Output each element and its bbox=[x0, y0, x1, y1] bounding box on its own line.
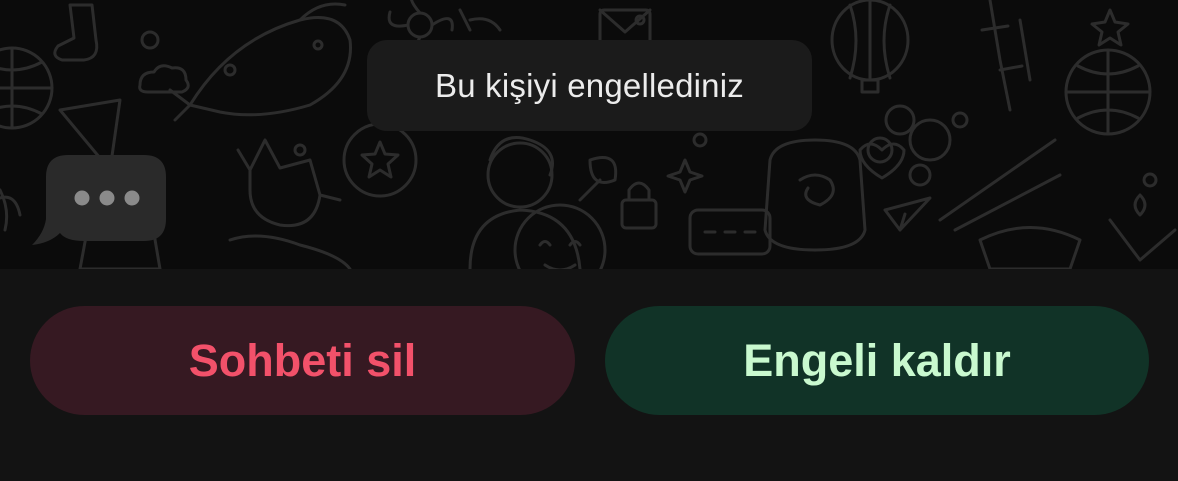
chat-area: Bu kişiyi engellediniz bbox=[0, 0, 1178, 269]
blocked-notice-text: Bu kişiyi engellediniz bbox=[435, 66, 744, 104]
delete-chat-label: Sohbeti sil bbox=[188, 334, 417, 386]
delete-chat-button[interactable]: Sohbeti sil bbox=[30, 306, 575, 415]
typing-indicator bbox=[32, 155, 168, 247]
unblock-label: Engeli kaldır bbox=[743, 334, 1011, 386]
blocked-notice: Bu kişiyi engellediniz bbox=[367, 40, 812, 131]
unblock-button[interactable]: Engeli kaldır bbox=[605, 306, 1149, 415]
blocked-actions-bar: Sohbeti sil Engeli kaldır bbox=[0, 269, 1178, 481]
typing-bubble-icon bbox=[32, 155, 166, 245]
